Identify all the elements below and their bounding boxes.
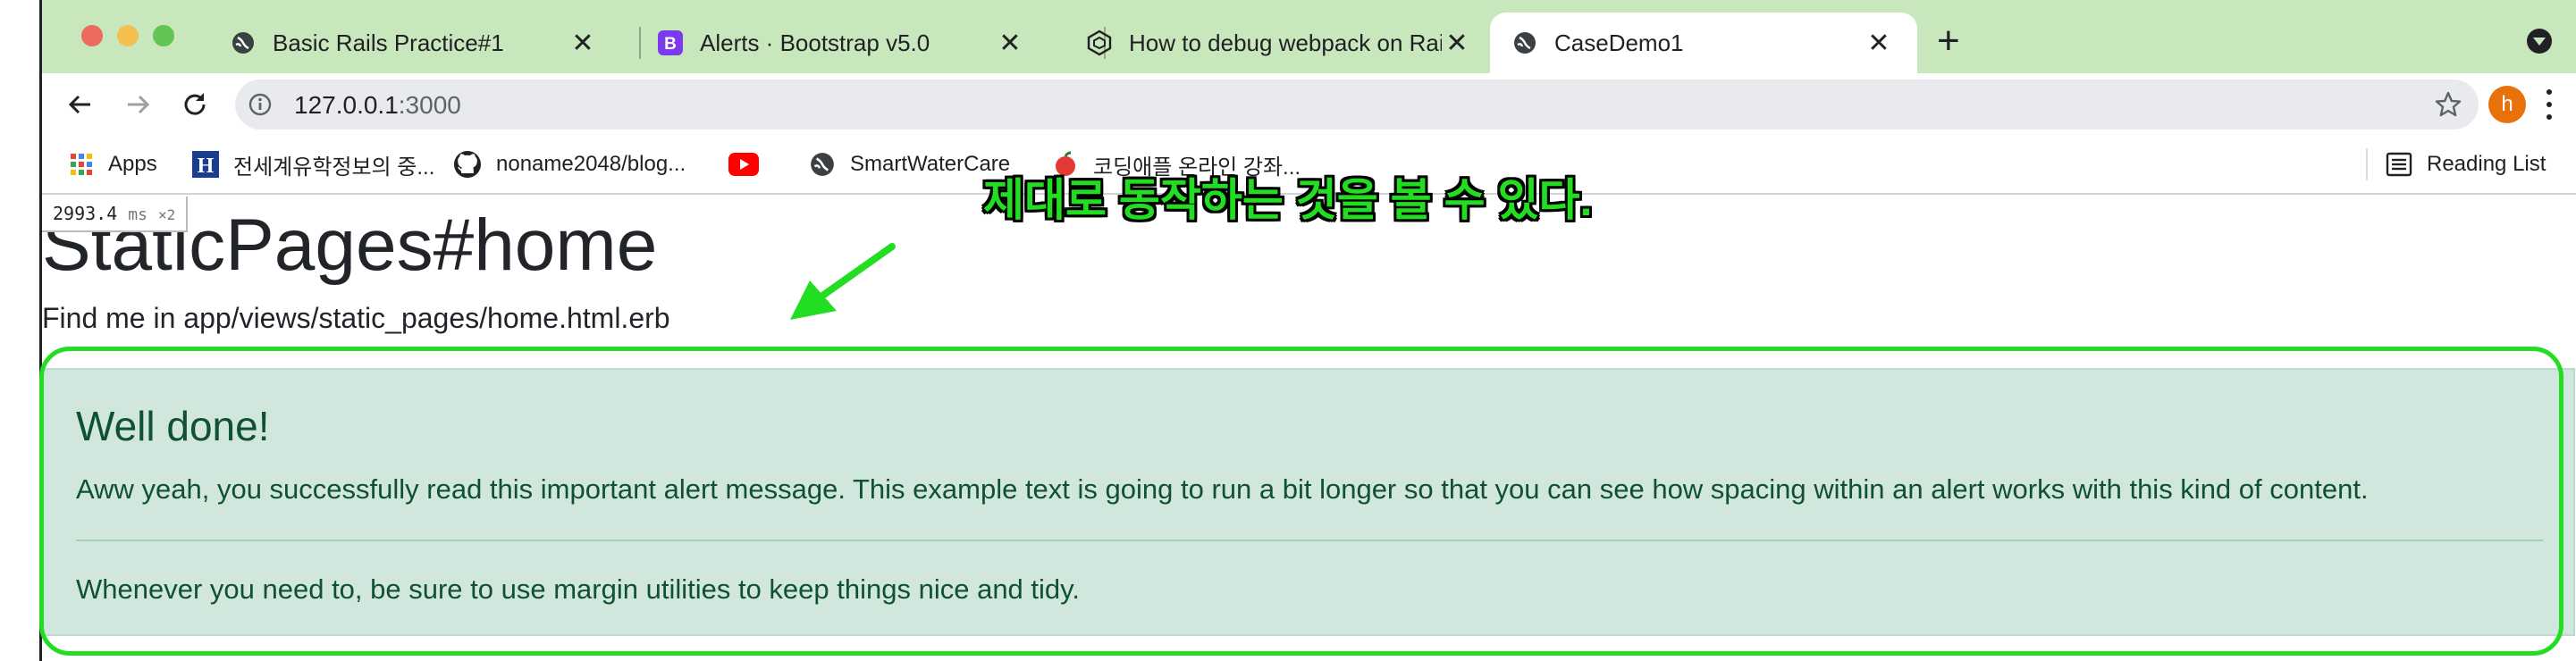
reading-list-label: Reading List [2427,152,2547,176]
tab-close-button[interactable]: ✕ [995,28,1025,59]
bookmark-smartwatercare[interactable]: SmartWaterCare [809,146,1010,182]
bookmark-label: Apps [108,152,157,176]
reading-list-icon [2386,151,2412,178]
tab-strip: Basic Rails Practice#1 ✕ B Alerts · Boot… [42,0,2576,73]
url-port: :3000 [398,91,461,119]
bookmark-apps[interactable]: Apps [69,146,157,182]
left-window-edge [0,0,41,661]
tab-close-button[interactable]: ✕ [568,28,598,59]
profile-avatar[interactable]: h [2488,86,2526,123]
svg-text:B: B [664,35,677,54]
apps-grid-icon [69,152,94,177]
reload-icon [184,93,206,115]
tab-search-menu-button[interactable] [2527,29,2552,54]
tab-bootstrap-alerts[interactable]: B Alerts · Bootstrap v5.0 ✕ [648,13,1095,73]
webpack-icon [1086,29,1113,56]
tab-basic-rails-practice[interactable]: Basic Rails Practice#1 ✕ [221,13,646,73]
bookmarks-separator [2366,148,2368,180]
tab-close-button[interactable]: ✕ [1864,28,1894,59]
tab-separator [639,27,641,59]
forward-button[interactable] [115,82,160,127]
globe-icon [1511,29,1538,56]
globe-icon [809,151,836,178]
browser-window: Basic Rails Practice#1 ✕ B Alerts · Boot… [42,0,2576,661]
bookmark-github-blog[interactable]: noname2048/blog... [453,146,686,182]
new-tab-button[interactable]: + [1937,20,1960,63]
profiler-unit: ms [128,205,147,224]
bookmark-youtube[interactable] [728,146,773,182]
bootstrap-icon: B [657,29,684,56]
url-host: 127.0.0.1 [294,91,399,119]
bookmark-label: 전세계유학정보의 중... [233,155,435,180]
tab-casedemo1[interactable]: CaseDemo1 ✕ [1490,13,1917,73]
youtube-icon [728,153,759,176]
zoom-window-button[interactable] [153,25,174,46]
close-window-button[interactable] [81,25,103,46]
bookmark-label: noname2048/blog... [496,152,686,176]
page-viewport: 2993.4 ms ×2 StaticPages#home Find me in… [42,197,2576,661]
alert-heading: Well done! [76,403,270,449]
alert-body: Aww yeah, you successfully read this imp… [76,473,2369,505]
arrow-left-icon [68,95,90,114]
success-alert: Well done! Aww yeah, you successfully re… [42,368,2575,636]
tab-title: CaseDemo1 [1554,29,1684,56]
tab-title: Basic Rails Practice#1 [273,29,504,56]
profiler-time: 2993.4 [53,203,118,224]
annotation-text: 제대로 동작하는 것을 볼 수 있다. [983,175,1593,225]
address-bar[interactable]: 127.0.0.1:3000 [235,79,2479,130]
url-text: 127.0.0.1:3000 [294,91,461,120]
back-button[interactable] [58,82,103,127]
bookmark-star-icon[interactable] [2434,90,2462,123]
browser-toolbar: 127.0.0.1:3000 h [42,73,2576,136]
reload-button[interactable] [173,82,217,127]
alert-footer: Whenever you need to, be sure to use mar… [76,573,1080,605]
tab-webpack-debug[interactable]: How to debug webpack on Rails ✕ [1077,13,1503,73]
reading-list-button[interactable]: Reading List [2386,146,2546,182]
globe-icon [230,29,257,56]
github-icon [453,150,482,179]
h-logo-icon: H [192,151,219,178]
profiler-count: ×2 [158,206,176,223]
minimize-window-button[interactable] [117,25,139,46]
svg-text:H: H [198,155,215,178]
browser-menu-button[interactable] [2536,86,2563,123]
arrow-right-icon [128,95,150,114]
bookmark-study-abroad[interactable]: H 전세계유학정보의 중... [192,146,434,182]
alert-divider [76,540,2543,541]
page-subtitle: Find me in app/views/static_pages/home.h… [42,302,670,334]
site-info-icon[interactable] [248,92,273,121]
tab-title: How to debug webpack on Rails [1129,29,1442,56]
rack-mini-profiler-badge[interactable]: 2993.4 ms ×2 [42,197,189,232]
tab-title: Alerts · Bootstrap v5.0 [700,29,930,56]
tab-close-button[interactable]: ✕ [1442,28,1472,59]
annotation-arrow-icon [790,243,896,320]
